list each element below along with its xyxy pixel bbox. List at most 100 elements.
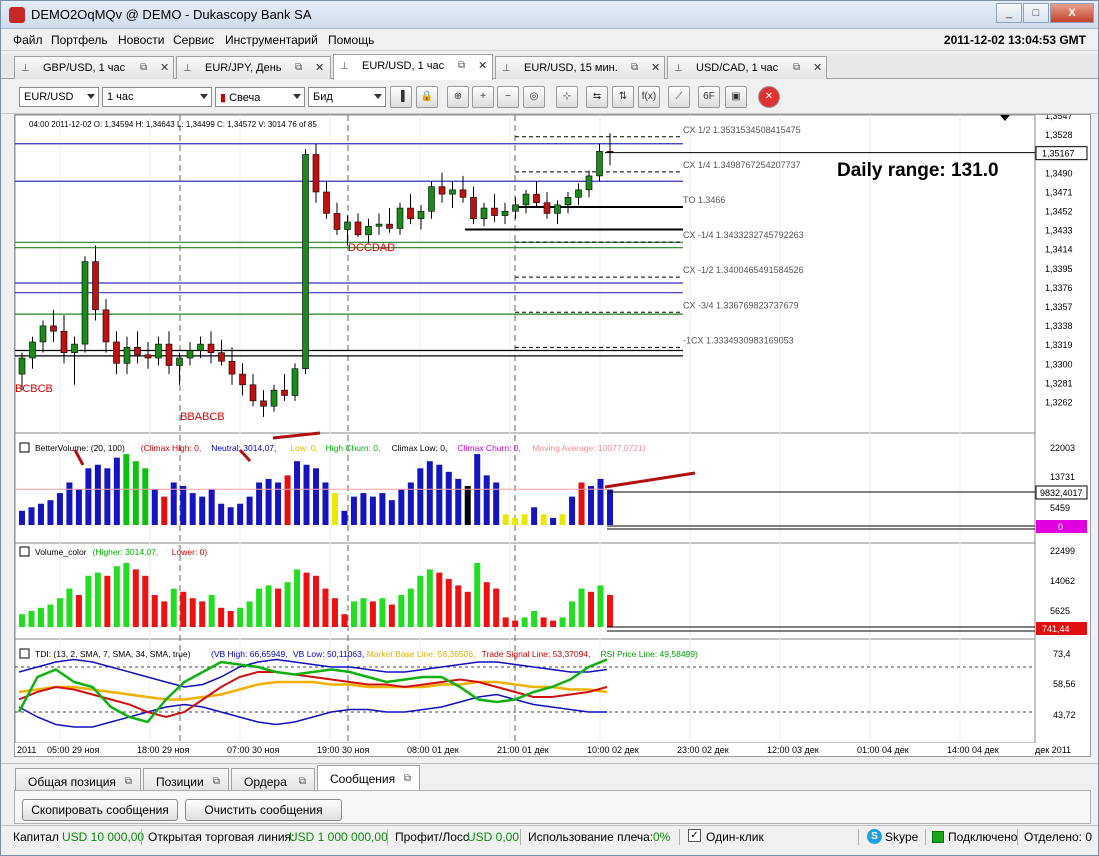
volume-bar — [569, 496, 576, 525]
divider — [520, 829, 521, 845]
save-template-icon[interactable]: ▣ — [725, 86, 747, 108]
volume-bar — [161, 496, 168, 525]
zoom-in-icon[interactable]: + — [472, 86, 494, 108]
formula-icon[interactable]: f(x) — [638, 86, 660, 108]
volume-bar — [398, 489, 405, 525]
close-tab-icon[interactable]: ✕ — [478, 59, 487, 72]
menu-tools[interactable]: Инструментарий — [225, 33, 318, 47]
undock-icon[interactable]: ⧉ — [404, 773, 411, 784]
undock-icon[interactable]: ⧉ — [299, 776, 306, 787]
cursor-icon[interactable]: ⊹ — [556, 86, 578, 108]
volume-color-bar — [142, 575, 149, 627]
fibonacci-icon[interactable]: 6F — [698, 86, 720, 108]
volume-color-bar — [37, 607, 44, 627]
pin-icon[interactable]: ⊥ — [674, 63, 684, 75]
tab-usdcad[interactable]: ⊥ USD/CAD, 1 час ⧉ ✕ — [667, 56, 827, 79]
tab-label: Позиции — [156, 775, 204, 789]
tab-orders[interactable]: Ордера ⧉ — [231, 768, 315, 792]
candle-body — [554, 204, 561, 214]
tab-eurusd-1h[interactable]: ⊥ EUR/USD, 1 час ⧉ ✕ — [333, 54, 493, 80]
time-axis-label: дек 2011 — [1035, 745, 1071, 755]
undock-icon[interactable]: ⧉ — [125, 776, 132, 787]
tdi-value: RSI Price Line: 49,58499) — [601, 649, 699, 659]
period-select[interactable]: 1 час — [102, 87, 212, 107]
time-axis-label: 2011 — [17, 745, 36, 755]
maximize-button[interactable]: □ — [1023, 3, 1049, 23]
chart-canvas[interactable]: CX 1/2 1.3531534508415475 CX 1/4 1.349876… — [14, 111, 1090, 756]
pin-icon[interactable]: ⊥ — [340, 61, 350, 73]
menu-news[interactable]: Новости — [118, 33, 164, 47]
volume-bar — [540, 514, 547, 525]
volume-bar — [284, 475, 291, 525]
chart-area[interactable]: CX 1/2 1.3531534508415475 CX 1/4 1.349876… — [14, 111, 1091, 757]
undock-icon[interactable]: ⧉ — [140, 62, 147, 73]
close-tab-icon[interactable]: ✕ — [160, 61, 169, 74]
price-axis-label: 1,3357 — [1045, 302, 1073, 312]
pin-icon[interactable]: ⊥ — [502, 63, 512, 75]
volume-bar — [28, 507, 35, 525]
candle-body — [480, 207, 488, 220]
pattern-icon[interactable]: ⟋ — [668, 86, 690, 108]
time-axis-label: 08:00 01 дек — [407, 745, 459, 755]
copy-messages-button[interactable]: Скопировать сообщения — [22, 799, 178, 821]
menu-help[interactable]: Помощь — [328, 33, 374, 47]
menu-file[interactable]: Файл — [13, 33, 43, 47]
pattern-label: BBABCB — [180, 411, 225, 423]
time-axis-label: 05:00 29 ноя — [47, 745, 100, 755]
close-tab-icon[interactable]: ✕ — [315, 61, 324, 74]
minimize-button[interactable]: _ — [996, 3, 1022, 23]
undock-icon[interactable]: ⧉ — [793, 62, 800, 73]
skype-icon[interactable]: S — [867, 829, 882, 844]
menu-bar: Файл Портфель Новости Сервис Инструмента… — [1, 29, 1098, 51]
instrument-select[interactable]: EUR/USD — [19, 87, 99, 107]
zoom-out-icon[interactable]: − — [497, 86, 519, 108]
tab-total-position[interactable]: Общая позиция ⧉ — [15, 768, 141, 792]
volume-bar — [531, 507, 538, 525]
tab-messages[interactable]: Сообщения ⧉ — [317, 765, 420, 792]
menu-service[interactable]: Сервис — [173, 33, 214, 47]
stop-icon[interactable]: ✕ — [758, 86, 780, 108]
bar-chart-icon[interactable]: ▐ — [390, 86, 412, 108]
candle-body — [585, 175, 593, 191]
candle-body — [270, 389, 278, 407]
shift-icon[interactable]: ⇆ — [586, 86, 608, 108]
chart-type-select[interactable]: ▮ Свеча — [215, 87, 305, 107]
skype-label[interactable]: Skype — [885, 830, 918, 844]
pin-icon[interactable]: ⊥ — [183, 63, 193, 75]
close-button[interactable]: X — [1050, 3, 1094, 23]
undock-icon[interactable]: ⧉ — [631, 62, 638, 73]
price-side-select[interactable]: Бид — [308, 87, 386, 107]
zoom-fit-icon[interactable]: ⊕ — [447, 86, 469, 108]
lock-icon[interactable]: 🔒 — [416, 86, 438, 108]
undock-icon[interactable]: ⧉ — [213, 776, 220, 787]
divider — [387, 829, 388, 845]
volume-bar — [360, 493, 367, 525]
menu-portfolio[interactable]: Портфель — [51, 33, 108, 47]
tab-positions[interactable]: Позиции ⧉ — [143, 768, 229, 792]
app-logo-icon — [9, 7, 25, 23]
candle-body — [123, 347, 131, 364]
tab-eurjpy[interactable]: ⊥ EUR/JPY, День ⧉ ✕ — [176, 56, 331, 79]
volume-color-bar — [132, 569, 139, 627]
price-axis-label: 1,3547 — [1045, 115, 1073, 121]
scale-icon[interactable]: ⇅ — [612, 86, 634, 108]
clear-messages-button[interactable]: Очистить сообщения — [185, 799, 342, 821]
one-click-checkbox[interactable]: ✓ — [688, 829, 701, 842]
volume-color-bar — [66, 588, 73, 627]
tab-gbpusd[interactable]: ⊥ GBP/USD, 1 час ⧉ ✕ — [14, 56, 174, 79]
close-tab-icon[interactable]: ✕ — [651, 61, 660, 74]
volume-color-bar — [398, 594, 405, 627]
time-axis-label: 23:00 02 дек — [677, 745, 729, 755]
tab-eurusd-15m[interactable]: ⊥ EUR/USD, 15 мин. ⧉ ✕ — [495, 56, 665, 79]
volume-indicator-title: BetterVolume: (20, 100) — [35, 443, 125, 453]
undock-icon[interactable]: ⧉ — [295, 62, 302, 73]
volume-bar — [417, 468, 424, 525]
volume-color-bar — [19, 614, 25, 627]
price-axis-label: 1,3376 — [1045, 283, 1073, 293]
candle-body — [438, 186, 446, 195]
candle-body — [596, 150, 603, 177]
undock-icon[interactable]: ⧉ — [458, 60, 465, 71]
pin-icon[interactable]: ⊥ — [21, 63, 31, 75]
close-tab-icon[interactable]: ✕ — [813, 61, 822, 74]
zoom-range-icon[interactable]: ◎ — [523, 86, 545, 108]
